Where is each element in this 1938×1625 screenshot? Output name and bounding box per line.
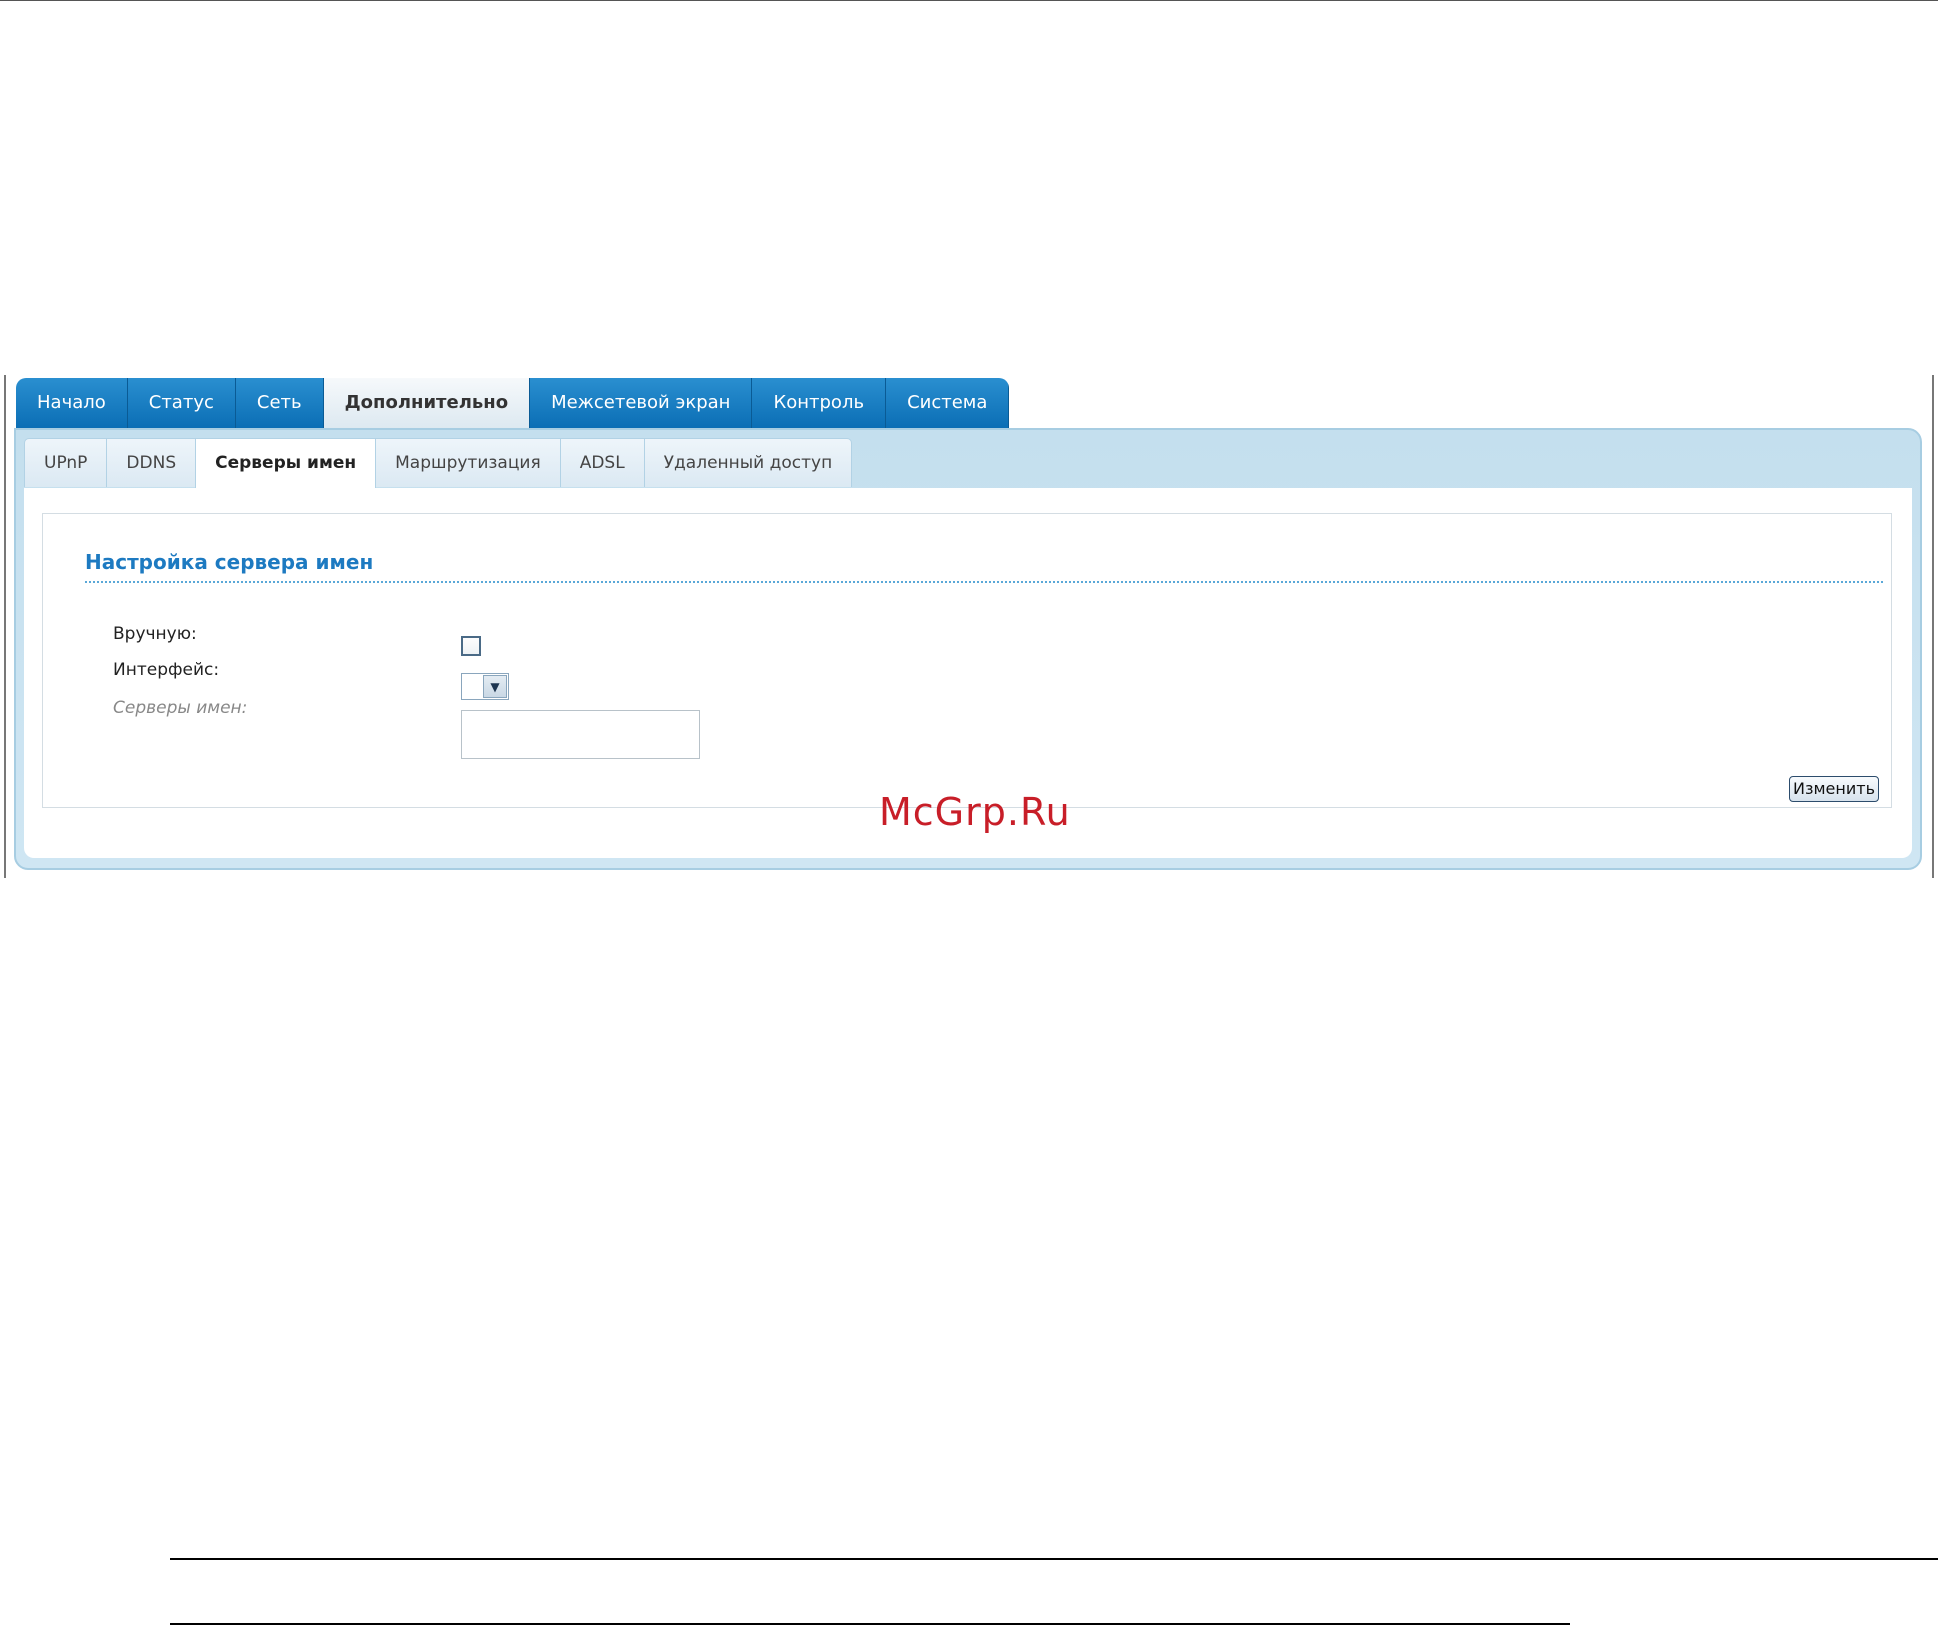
name-servers-textarea[interactable]	[461, 710, 700, 759]
interface-select[interactable]: ▼	[461, 673, 509, 700]
manual-checkbox[interactable]	[461, 636, 481, 656]
chevron-down-icon[interactable]: ▼	[483, 675, 507, 698]
subtab-adsl[interactable]: ADSL	[559, 438, 645, 487]
subtab-ddns[interactable]: DDNS	[106, 438, 197, 487]
subtab-remote-access[interactable]: Удаленный доступ	[643, 438, 853, 487]
tab-status[interactable]: Статус	[127, 378, 236, 428]
subtab-upnp[interactable]: UPnP	[24, 438, 108, 487]
frame-right-border	[1932, 375, 1934, 878]
subtab-name-servers[interactable]: Серверы имен	[195, 438, 377, 489]
main-tab-bar: Начало Статус Сеть Дополнительно Межсете…	[16, 378, 1010, 428]
change-button[interactable]: Изменить	[1789, 776, 1879, 802]
watermark: McGrp.Ru	[879, 790, 1071, 834]
sub-tab-bar: UPnP DDNS Серверы имен Маршрутизация ADS…	[24, 438, 853, 489]
subtab-routing[interactable]: Маршрутизация	[375, 438, 561, 487]
tab-system[interactable]: Система	[886, 378, 1010, 428]
bottom-rule	[170, 1558, 1938, 1560]
settings-fieldset: Настройка сервера имен Вручную: Интерфей…	[42, 513, 1892, 808]
section-title: Настройка сервера имен	[85, 550, 374, 574]
tab-home[interactable]: Начало	[16, 378, 128, 428]
frame-left-border	[4, 375, 6, 878]
page-top-rule	[0, 0, 1938, 1]
tab-firewall[interactable]: Межсетевой экран	[530, 378, 753, 428]
servers-label: Серверы имен:	[113, 698, 248, 718]
tab-advanced[interactable]: Дополнительно	[323, 378, 531, 428]
interface-label: Интерфейс:	[113, 660, 220, 680]
tab-network[interactable]: Сеть	[235, 378, 324, 428]
tab-control[interactable]: Контроль	[752, 378, 887, 428]
section-divider	[85, 581, 1883, 583]
manual-label: Вручную:	[113, 624, 197, 644]
